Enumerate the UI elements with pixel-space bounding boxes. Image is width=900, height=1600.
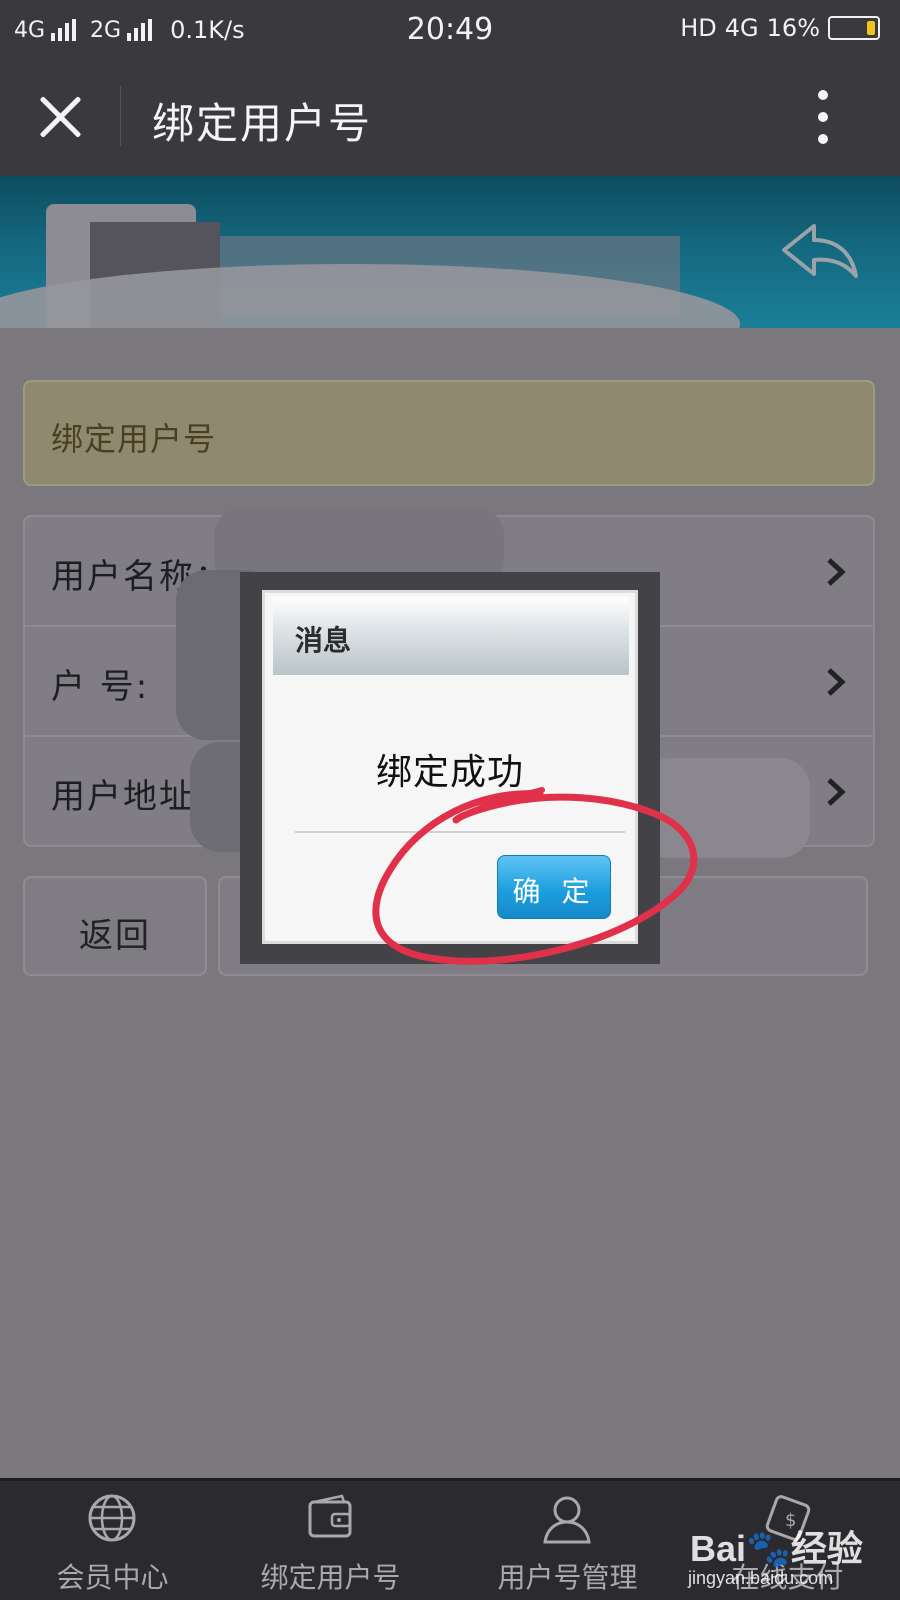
chevron-right-icon [827,558,846,586]
close-icon[interactable] [36,92,86,142]
tab-label: 会员中心 [56,1561,169,1594]
battery-icon [828,16,880,40]
section-header: 绑定用户号 [23,380,875,486]
tab-online-payment[interactable]: $ 在线支付 [675,1478,900,1600]
dialog-divider [295,831,625,833]
account-number-label: 户 号: [51,667,150,707]
battery-percent: 16% [766,14,820,42]
chevron-right-icon [827,778,846,806]
svg-text:$: $ [785,1510,796,1531]
hd-indicator: HD [680,14,717,42]
status-right: HD 4G 16% [680,14,880,42]
redacted-address-right [640,758,810,858]
wallet-icon [308,1494,352,1538]
status-bar: 4G 2G 0.1K/s 20:49 HD 4G 16% [0,0,900,60]
tab-bind-account[interactable]: 绑定用户号 [218,1478,443,1600]
back-button-label: 返回 [79,916,151,956]
tab-member-center[interactable]: 会员中心 [0,1478,225,1600]
back-arrow-icon[interactable] [780,220,860,280]
chevron-right-icon [827,668,846,696]
banner [0,176,900,328]
payment-icon: $ [765,1495,811,1541]
network-type-3: 4G [724,14,759,42]
confirm-button[interactable]: 确 定 [497,855,611,919]
tab-label: 用户号管理 [497,1561,638,1594]
tab-account-management[interactable]: 用户号管理 [455,1478,680,1600]
title-bar: 绑定用户号 [0,60,900,176]
user-address-label: 用户地址 [51,777,195,817]
tab-label: 在线支付 [731,1561,844,1594]
back-button[interactable]: 返回 [23,876,207,976]
title-divider [120,86,121,146]
dialog-message: 绑定成功 [375,752,524,793]
confirm-button-label: 确 定 [512,875,596,908]
tab-label: 绑定用户号 [260,1561,401,1594]
more-vertical-icon[interactable] [818,90,830,144]
globe-icon [88,1494,136,1542]
section-header-label: 绑定用户号 [51,420,217,458]
user-icon [543,1496,591,1544]
page-title: 绑定用户号 [152,99,373,148]
dialog-title: 消息 [295,624,352,657]
dialog-header: 消息 [273,597,629,675]
message-dialog: 消息 绑定成功 确 定 [262,590,638,944]
bottom-tab-bar: 会员中心 绑定用户号 用户号管理 $ 在线支付 [0,1478,900,1600]
